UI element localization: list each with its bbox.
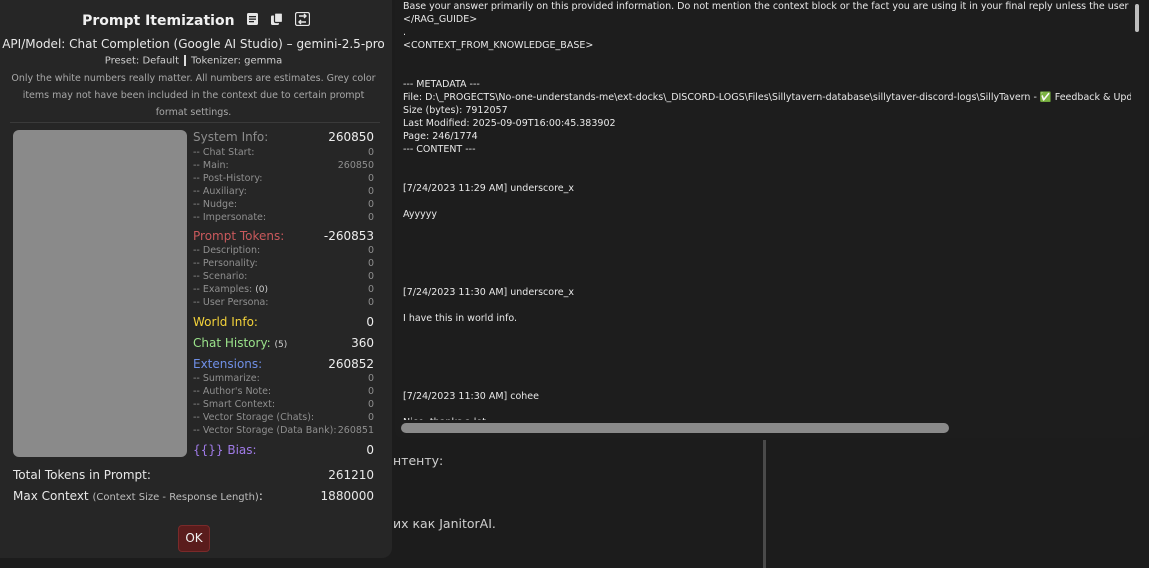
system-info-value: 260850 [328, 130, 374, 144]
stat-value: 260850 [337, 160, 374, 171]
background-chat-fragment: их как JanitorAI. [393, 516, 496, 531]
prompt-tokens-value: -260853 [323, 229, 374, 243]
chat-history-row: Chat History: (5) 360 [193, 336, 374, 352]
stat-subrow: -- Examples: (0) 0 [193, 284, 374, 297]
bias-row: {{}} Bias: 0 [193, 443, 374, 459]
prompt-tokens-row: Prompt Tokens: -260853 [193, 229, 374, 245]
extensions-label: Extensions: [193, 357, 263, 371]
extensions-row: Extensions: 260852 [193, 357, 374, 373]
chat-history-label: Chat History: [193, 336, 271, 350]
max-context-colon: : [258, 489, 263, 503]
background-chat-fragment: нтенту: [393, 453, 444, 468]
stat-value: 0 [367, 199, 374, 210]
stat-value: 0 [367, 173, 374, 184]
system-info-label: System Info: [193, 130, 269, 144]
chat-history-count: (5) [274, 340, 288, 350]
stat-value: 0 [367, 412, 374, 423]
separator [184, 55, 187, 66]
swap-icon[interactable] [294, 11, 310, 30]
divider [10, 122, 380, 123]
stat-subrow: -- Personality: 0 [193, 258, 374, 271]
stat-value: 0 [367, 186, 374, 197]
stat-label: -- Main: [193, 160, 229, 171]
total-tokens-value: 261210 [328, 468, 374, 482]
stat-label: -- Post-History: [193, 173, 263, 184]
stat-subrow: -- Auxiliary: 0 [193, 186, 374, 199]
prompt-text-viewer[interactable]: Base your answer primarily on this provi… [395, 0, 1145, 438]
stat-subrow: -- Vector Storage (Data Bank): 260851 [193, 425, 374, 438]
total-tokens-label: Total Tokens in Prompt: [13, 468, 151, 482]
stat-subrow: -- Vector Storage (Chats): 0 [193, 412, 374, 425]
extensions-value: 260852 [328, 357, 374, 371]
bias-label: {{}} Bias: [193, 443, 257, 457]
vertical-scrollbar[interactable] [1135, 4, 1139, 32]
stat-label: -- Smart Context: [193, 399, 276, 410]
stat-subrow: -- Summarize: 0 [193, 373, 374, 386]
stat-value: 260851 [337, 425, 374, 436]
preset-label: Preset: Default [104, 55, 180, 67]
stat-label: -- Vector Storage (Chats): [193, 412, 315, 423]
stat-value: 0 [367, 271, 374, 282]
tokenizer-label: Tokenizer: gemma [191, 55, 283, 67]
stat-subrow: -- Description: 0 [193, 245, 374, 258]
max-context-row: Max Context (Context Size - Response Len… [13, 489, 374, 503]
stat-subrow: -- Author's Note: 0 [193, 386, 374, 399]
background-divider [763, 440, 766, 568]
world-info-label: World Info: [193, 315, 258, 329]
stat-label: -- Summarize: [193, 373, 260, 384]
stat-subrow: -- Nudge: 0 [193, 199, 374, 212]
stat-subrow: -- Chat Start: 0 [193, 147, 374, 160]
stat-subrow: -- Impersonate: 0 [193, 212, 374, 225]
stat-value: 0 [367, 297, 374, 308]
stat-subrow: -- Smart Context: 0 [193, 399, 374, 412]
stat-label: -- Examples: [193, 284, 253, 295]
stat-value: 0 [367, 258, 374, 269]
world-info-value: 0 [366, 315, 374, 329]
world-info-row: World Info: 0 [193, 315, 374, 331]
stat-label: -- Scenario: [193, 271, 248, 282]
system-info-row: System Info: 260850 [193, 130, 374, 146]
max-context-value: 1880000 [320, 489, 374, 503]
stat-value: 0 [367, 245, 374, 256]
stat-label: -- Impersonate: [193, 212, 267, 223]
popup-title: Prompt Itemization [82, 13, 235, 29]
stat-value: 0 [367, 399, 374, 410]
max-context-label: Max Context [13, 489, 89, 503]
total-tokens-row: Total Tokens in Prompt: 261210 [13, 468, 374, 482]
stat-value: 0 [367, 373, 374, 384]
stat-label: -- Nudge: [193, 199, 238, 210]
stat-value: 0 [367, 284, 374, 295]
character-avatar-placeholder [13, 130, 187, 457]
estimate-note: Only the white numbers really matter. Al… [11, 73, 376, 118]
stat-label: -- Description: [193, 245, 261, 256]
bias-value: 0 [366, 443, 374, 457]
stat-label: -- Auxiliary: [193, 186, 247, 197]
chat-history-value: 360 [351, 336, 374, 350]
stat-label: -- Personality: [193, 258, 258, 269]
stat-subrow: -- Scenario: 0 [193, 271, 374, 284]
stat-label: -- Vector Storage (Data Bank): [193, 425, 337, 436]
api-model-line: API/Model: Chat Completion (Google AI St… [2, 37, 385, 51]
ok-button[interactable]: OK [178, 525, 210, 552]
stat-value: 0 [367, 386, 374, 397]
preset-tokenizer-line: Preset: Default Tokenizer: gemma [0, 55, 387, 67]
horizontal-scrollbar[interactable] [401, 423, 949, 433]
document-icon[interactable] [246, 11, 259, 30]
stat-label: -- Chat Start: [193, 147, 255, 158]
stat-value: 0 [367, 212, 374, 223]
stat-label: -- Author's Note: [193, 386, 272, 397]
copy-icon[interactable] [270, 11, 284, 30]
examples-count: (0) [255, 285, 269, 295]
stat-subrow: -- User Persona: 0 [193, 297, 374, 310]
stat-subrow: -- Post-History: 0 [193, 173, 374, 186]
raw-prompt-text[interactable]: Base your answer primarily on this provi… [403, 0, 1131, 420]
max-context-hint: (Context Size - Response Length) [92, 492, 259, 503]
stat-value: 0 [367, 147, 374, 158]
stat-subrow: -- Main: 260850 [193, 160, 374, 173]
popup-header: Prompt Itemization [0, 10, 392, 30]
stat-label: -- User Persona: [193, 297, 269, 308]
prompt-tokens-label: Prompt Tokens: [193, 229, 285, 243]
prompt-itemization-popup: Prompt Itemization API/Model: Chat Compl… [0, 0, 392, 558]
